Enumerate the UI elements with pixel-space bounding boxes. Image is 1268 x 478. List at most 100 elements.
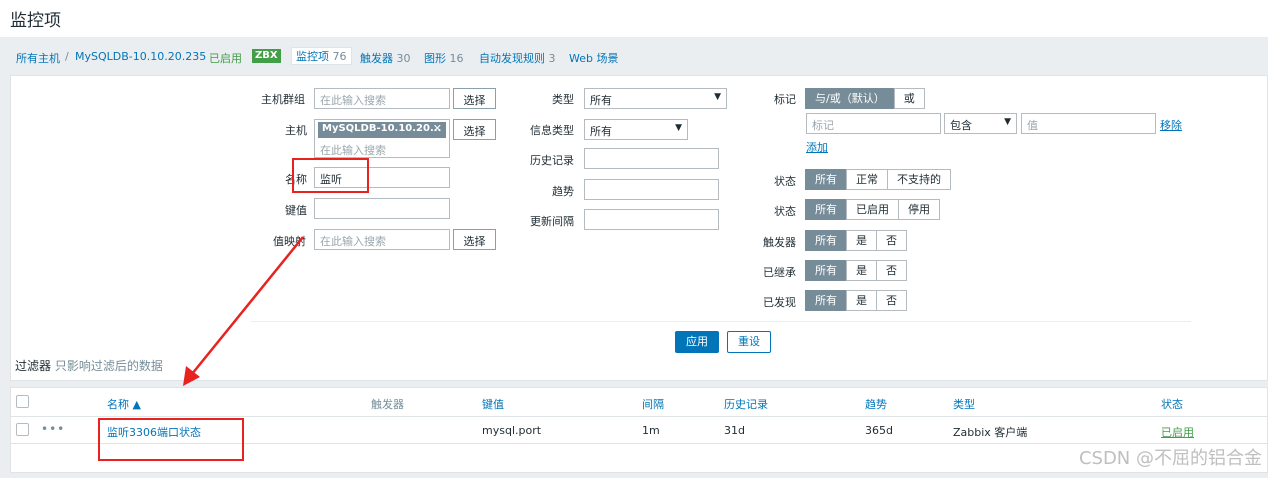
item-type: Zabbix 客户端	[953, 426, 1028, 439]
remove-tag-link[interactable]: 移除	[1160, 117, 1182, 133]
state-option-all[interactable]: 所有	[805, 169, 847, 190]
item-key: mysql.port	[482, 424, 542, 437]
host-navigation: 所有主机 / MySQLDB-10.10.20.235 已启用 ZBX 监控项 …	[0, 37, 1268, 75]
reset-button[interactable]: 重设	[727, 331, 771, 353]
host-enabled-status: 已启用	[209, 52, 242, 65]
tab-triggers-count: 30	[396, 52, 411, 65]
host-tag-label: MySQLDB-10.10.20...	[322, 123, 442, 134]
filter-divider	[251, 321, 1191, 322]
tab-web-label: Web 场景	[569, 52, 619, 65]
item-status-link[interactable]: 已启用	[1161, 424, 1194, 440]
filter-tab[interactable]: 过滤器 只影响过滤后的数据	[15, 357, 163, 374]
column-header-triggers: 触发器	[371, 398, 404, 411]
key-label: 键值	[285, 204, 307, 217]
filter-tab-title: 过滤器	[15, 359, 52, 373]
update-interval-input[interactable]	[584, 209, 719, 230]
tags-or-option[interactable]: 或	[893, 88, 925, 109]
trends-input[interactable]	[584, 179, 719, 200]
item-trends: 365d	[865, 424, 893, 437]
discovered-toggle: 所有 是 否	[805, 290, 907, 311]
page-header: 监控项	[0, 0, 1268, 37]
state-toggle: 所有 正常 不支持的	[805, 169, 951, 190]
type-select-value: 所有	[590, 94, 612, 107]
history-input[interactable]	[584, 148, 719, 169]
state-option-unsupported[interactable]: 不支持的	[887, 169, 951, 190]
host-group-label: 主机群组	[261, 93, 305, 106]
tags-and-or-option[interactable]: 与/或（默认）	[805, 88, 895, 109]
status-label: 状态	[774, 205, 796, 218]
close-icon[interactable]: ✕	[433, 122, 442, 135]
add-tag-link[interactable]: 添加	[806, 139, 828, 155]
all-hosts-link[interactable]: 所有主机	[16, 50, 60, 66]
column-header-history[interactable]: 历史记录	[724, 396, 768, 412]
tab-graphs-count: 16	[449, 52, 464, 65]
discovered-label: 已发现	[763, 296, 796, 309]
tab-triggers[interactable]: 触发器 30	[360, 50, 411, 66]
value-map-input[interactable]: 在此输入搜索	[314, 229, 450, 250]
tag-operator-select[interactable]: 包含 ▼	[944, 113, 1017, 134]
tag-name-placeholder: 标记	[812, 119, 834, 132]
triggers-option-yes[interactable]: 是	[846, 230, 877, 251]
column-header-key[interactable]: 键值	[482, 396, 504, 412]
page-title: 监控项	[10, 11, 61, 31]
host-multiselect[interactable]: MySQLDB-10.10.20... ✕ 在此输入搜索	[314, 119, 450, 158]
discovered-option-yes[interactable]: 是	[846, 290, 877, 311]
host-group-placeholder: 在此输入搜索	[320, 94, 386, 107]
type-select[interactable]: 所有 ▼	[584, 88, 727, 109]
update-interval-label: 更新间隔	[530, 215, 574, 228]
column-header-type[interactable]: 类型	[953, 396, 975, 412]
host-group-select-button[interactable]: 选择	[453, 88, 496, 109]
triggers-option-no[interactable]: 否	[876, 230, 907, 251]
tab-triggers-label: 触发器	[360, 52, 393, 65]
inherited-option-all[interactable]: 所有	[805, 260, 847, 281]
key-input[interactable]	[314, 198, 450, 219]
tab-web-scenarios[interactable]: Web 场景	[569, 50, 618, 66]
status-option-disabled[interactable]: 停用	[898, 199, 940, 220]
tab-items-label: 监控项	[296, 50, 329, 63]
state-label: 状态	[774, 175, 796, 188]
discovered-option-no[interactable]: 否	[876, 290, 907, 311]
chevron-down-icon: ▼	[714, 92, 721, 102]
triggers-option-all[interactable]: 所有	[805, 230, 847, 251]
state-option-normal[interactable]: 正常	[846, 169, 888, 190]
status-toggle: 所有 已启用 停用	[805, 199, 940, 220]
value-map-select-button[interactable]: 选择	[453, 229, 496, 250]
host-tag: MySQLDB-10.10.20... ✕	[318, 122, 446, 138]
info-type-select[interactable]: 所有 ▼	[584, 119, 688, 140]
host-link[interactable]: MySQLDB-10.10.20.235	[75, 50, 206, 63]
host-label: 主机	[285, 124, 307, 137]
tab-graphs[interactable]: 图形 16	[424, 50, 464, 66]
value-map-placeholder: 在此输入搜索	[320, 235, 386, 248]
host-select-button[interactable]: 选择	[453, 119, 496, 140]
tab-items[interactable]: 监控项 76	[291, 47, 352, 65]
inherited-option-yes[interactable]: 是	[846, 260, 877, 281]
tag-value-placeholder: 值	[1027, 119, 1038, 132]
column-header-interval[interactable]: 间隔	[642, 396, 664, 412]
status-option-enabled[interactable]: 已启用	[846, 199, 899, 220]
value-map-label: 值映射	[273, 235, 306, 248]
more-options-icon[interactable]: •••	[41, 422, 65, 436]
tag-value-input[interactable]: 值	[1021, 113, 1156, 134]
status-option-all[interactable]: 所有	[805, 199, 847, 220]
watermark: CSDN @不屈的铝合金	[1078, 448, 1262, 469]
discovered-option-all[interactable]: 所有	[805, 290, 847, 311]
column-header-trends[interactable]: 趋势	[865, 396, 887, 412]
tag-operator-value: 包含	[950, 119, 972, 132]
tags-evaltype-toggle: 与/或（默认） 或	[805, 88, 925, 109]
host-group-input[interactable]: 在此输入搜索	[314, 88, 450, 109]
tab-discovery-count: 3	[548, 52, 556, 65]
inherited-option-no[interactable]: 否	[876, 260, 907, 281]
chevron-down-icon: ▼	[675, 123, 682, 133]
row-checkbox[interactable]	[16, 423, 29, 436]
header-divider	[11, 416, 1267, 417]
chevron-down-icon: ▼	[1004, 117, 1011, 127]
tag-name-input[interactable]: 标记	[806, 113, 941, 134]
filter-panel: 主机群组 在此输入搜索 选择 主机 MySQLDB-10.10.20... ✕ …	[10, 75, 1268, 381]
tab-discovery-rules[interactable]: 自动发现规则 3	[479, 50, 556, 66]
tab-graphs-label: 图形	[424, 52, 446, 65]
column-header-name[interactable]: 名称 ▲	[107, 396, 141, 412]
select-all-checkbox[interactable]	[16, 395, 29, 408]
apply-button[interactable]: 应用	[675, 331, 719, 353]
item-interval: 1m	[642, 424, 660, 437]
column-header-status[interactable]: 状态	[1161, 396, 1183, 412]
